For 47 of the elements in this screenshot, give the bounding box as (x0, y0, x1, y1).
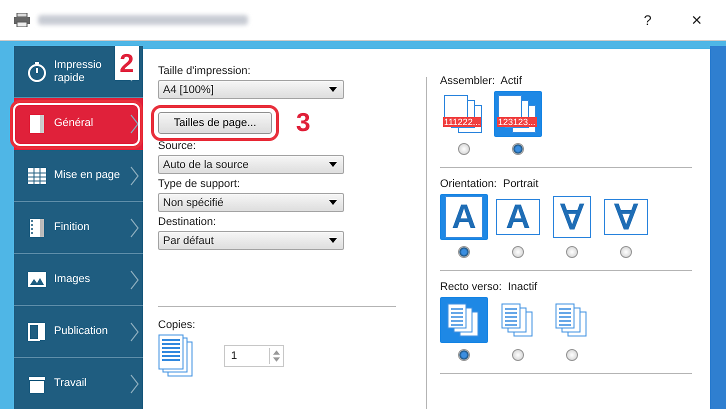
caret-icon (329, 200, 337, 205)
down-arrow-icon (273, 357, 280, 362)
radio-button[interactable] (458, 143, 470, 155)
close-button[interactable]: × (681, 6, 712, 34)
chevron-icon (129, 320, 139, 342)
caret-icon (329, 238, 337, 243)
booklet-icon (26, 320, 48, 342)
copies-label: Copies: (158, 319, 196, 331)
field-label: Taille d'impression: (158, 65, 252, 77)
radio-button[interactable] (512, 143, 524, 155)
radio-button[interactable] (620, 246, 632, 258)
radio-button[interactable] (458, 246, 470, 258)
callout-number: 2 (114, 46, 139, 80)
collate-text: 111222... (443, 117, 482, 127)
radio-button[interactable] (458, 349, 470, 361)
radio-button[interactable] (512, 349, 524, 361)
dropdown[interactable]: Auto de la source (158, 155, 344, 174)
scrollbar[interactable] (710, 46, 726, 409)
option-tile[interactable]: 111222... (440, 91, 488, 137)
field-label: Destination: (158, 216, 218, 228)
callout-number: 3 (296, 107, 310, 138)
collate-text: 123123... (497, 117, 537, 127)
option-tile[interactable]: 123123... (494, 91, 542, 137)
option-tile[interactable] (440, 297, 488, 343)
chevron-icon (129, 164, 139, 186)
chevron-icon (129, 112, 139, 134)
chevron-icon (129, 216, 139, 238)
option-label: Recto verso: Inactif (440, 281, 538, 293)
dropdown[interactable]: Non spécifié (158, 193, 344, 212)
radio-button[interactable] (512, 246, 524, 258)
chevron-icon (129, 268, 139, 290)
stopwatch-icon (26, 60, 48, 82)
caret-icon (329, 87, 337, 92)
field-label: Type de support: (158, 178, 241, 190)
dropdown[interactable]: A4 [100%] (158, 80, 344, 99)
printer-icon (14, 13, 30, 27)
help-button[interactable]: ? (634, 8, 662, 32)
chevron-icon (129, 372, 139, 394)
copies-spinner[interactable]: 1 (224, 345, 284, 367)
radio-button[interactable] (566, 246, 578, 258)
dropdown[interactable]: Par défaut (158, 231, 344, 250)
option-label: Orientation: Portrait (440, 178, 540, 190)
radio-button[interactable] (566, 349, 578, 361)
option-label: Assembler: Actif (440, 75, 523, 87)
field-label: Source: (158, 140, 197, 152)
caret-icon (329, 162, 337, 167)
up-arrow-icon (273, 350, 280, 355)
